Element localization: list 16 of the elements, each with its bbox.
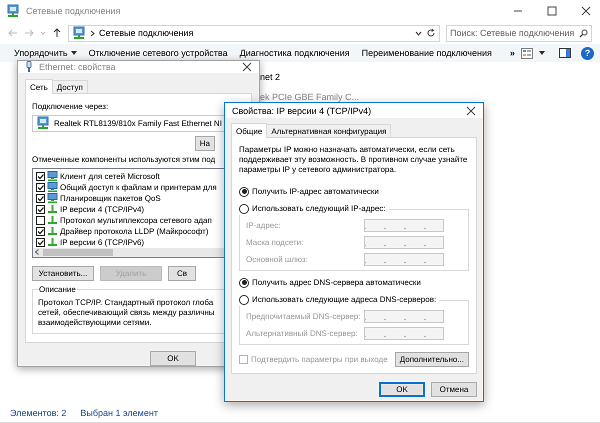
field-label: Предпочитаемый DNS-сервер: xyxy=(246,312,362,321)
dialog-title: Ethernet: свойства xyxy=(39,62,117,72)
window-title: Сетевые подключения xyxy=(26,6,122,16)
description-text: взаимодействующими сетями. xyxy=(38,318,152,328)
field-label: Маска подсети: xyxy=(246,238,304,247)
dialog-title: Свойства: IP версии 4 (TCP/IPv4) xyxy=(232,106,372,116)
field-label: Основной шлюз: xyxy=(246,255,309,264)
selection-status: Выбран 1 элемент xyxy=(80,408,158,418)
intro-text: Параметры IP можно назначать автоматически, если сеть поддерживает эту возможность. В противном случае узнайте параметры IP у сетевого администратора. xyxy=(239,145,468,175)
group-label: Описание xyxy=(38,284,77,294)
device-name: ek PCIe GBE Family C... xyxy=(260,92,360,102)
field-label: Альтернативный DNS-сервер: xyxy=(246,329,359,338)
description-text: Протокол TCP/IP. Стандартный протокол глоба xyxy=(38,298,214,308)
field-label: IP-адрес: xyxy=(246,221,282,230)
item-count: Элементов: 2 xyxy=(10,408,66,418)
description-text: сетей, обеспечивающий связь между различны xyxy=(38,308,216,318)
